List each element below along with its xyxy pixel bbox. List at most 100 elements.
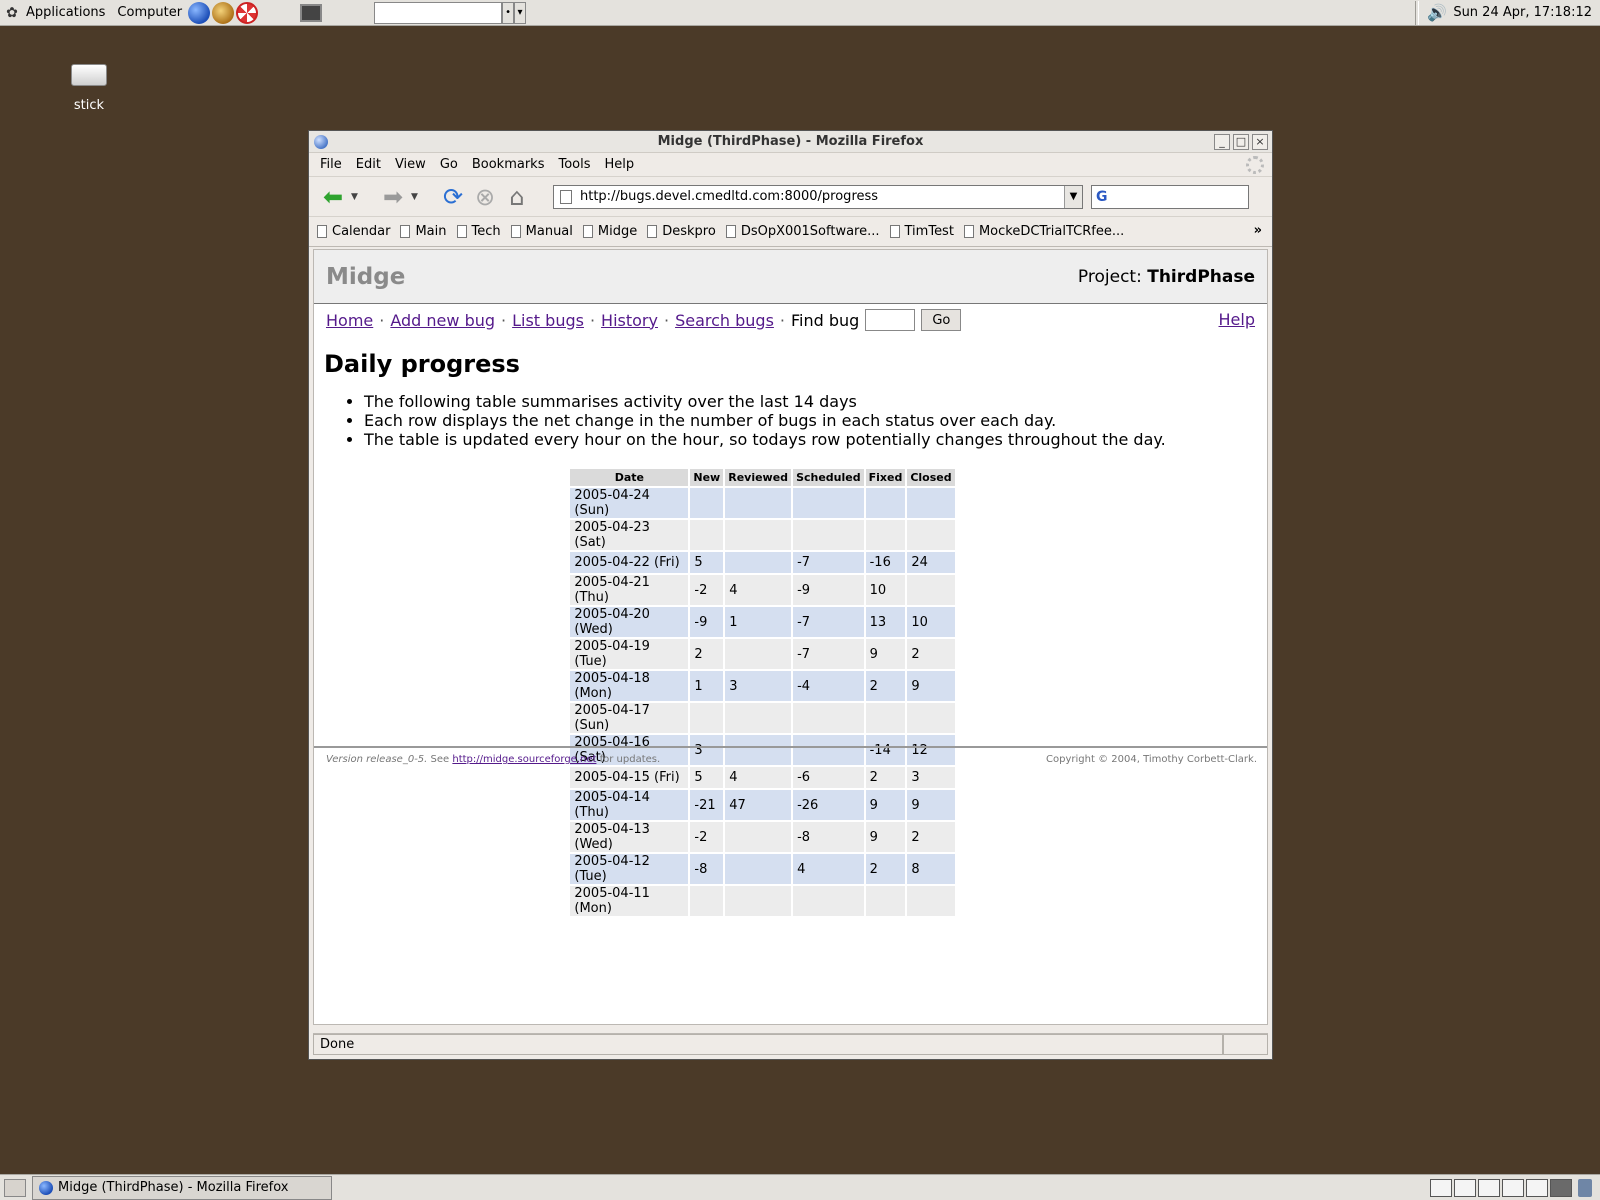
nav-add-bug-link[interactable]: Add new bug [390,311,495,330]
cell-date: 2005-04-24 (Sun) [570,488,689,518]
home-icon[interactable]: ⌂ [503,183,531,211]
workspace-2[interactable] [1454,1178,1476,1197]
minimize-button[interactable]: _ [1214,134,1230,150]
maximize-button[interactable]: □ [1233,134,1249,150]
reload-icon[interactable]: ⟳ [439,183,467,211]
bookmark-timtest[interactable]: TimTest [889,224,954,239]
help-link[interactable]: Help [1219,310,1255,329]
workspace-3[interactable] [1478,1178,1500,1197]
google-search-icon[interactable]: G [1096,189,1108,205]
table-row: 2005-04-17 (Sun) [570,703,955,733]
show-desktop-icon[interactable] [4,1178,26,1197]
url-text[interactable]: http://bugs.devel.cmedltd.com:8000/progr… [580,189,1064,204]
window-title: Midge (ThirdPhase) - Mozilla Firefox [657,134,924,149]
cell-reviewed: 3 [725,671,792,701]
bookmark-page-icon [889,225,900,238]
bookmarks-overflow-chevron-icon[interactable]: » [1254,223,1262,238]
table-row: 2005-04-22 (Fri) 5 -7 -16 24 [570,552,955,573]
cell-fixed: 13 [865,607,906,637]
cell-closed: 2 [907,822,955,852]
menu-tools[interactable]: Tools [551,157,597,172]
bookmark-dsopx001software[interactable]: DsOpX001Software... [725,224,880,239]
nav-home-link[interactable]: Home [326,311,373,330]
cell-reviewed: 1 [725,607,792,637]
workspace-4[interactable] [1502,1178,1524,1197]
header-new: New [690,469,724,486]
computer-menu[interactable]: Computer [111,0,188,26]
cell-closed [907,575,955,605]
cell-new: 5 [690,552,724,573]
workspace-6[interactable] [1550,1178,1572,1197]
gnome-foot-icon[interactable]: ✿ [4,5,20,21]
bookmark-page-icon [963,225,974,238]
bookmark-deskpro[interactable]: Deskpro [647,224,716,239]
table-header-row: Date New Reviewed Scheduled Fixed Closed [570,469,955,486]
nav-separator: · [779,310,785,330]
menu-help[interactable]: Help [598,157,642,172]
taskbar-firefox-button[interactable]: Midge (ThirdPhase) - Mozilla Firefox [32,1175,332,1200]
command-history-dropdown[interactable]: ▾ [514,1,527,24]
command-run-button[interactable]: • [502,1,515,24]
back-history-dropdown[interactable]: ▼ [351,192,365,202]
bookmark-page-icon [456,225,467,238]
search-box[interactable]: G [1091,184,1249,209]
project-name: ThirdPhase [1147,266,1255,287]
cell-new [690,488,724,518]
table-row: 2005-04-14 (Thu) -21 47 -26 9 9 [570,790,955,820]
cell-scheduled: 4 [793,854,864,884]
bookmark-midge[interactable]: Midge [582,224,638,239]
bookmark-tech[interactable]: Tech [456,224,501,239]
table-row: 2005-04-23 (Sat) [570,520,955,550]
menu-view[interactable]: View [388,157,433,172]
cell-reviewed [725,488,792,518]
find-bug-input[interactable] [865,309,916,331]
command-line-input[interactable] [374,1,503,24]
back-icon[interactable]: ⬅ [319,183,347,211]
bookmark-label: Midge [597,224,638,239]
volume-icon[interactable]: 🔊 [1427,3,1447,22]
workspace-5[interactable] [1526,1178,1548,1197]
bookmark-calendar[interactable]: Calendar [317,224,390,239]
nav-list-bugs-link[interactable]: List bugs [512,311,584,330]
window-titlebar[interactable]: Midge (ThirdPhase) - Mozilla Firefox _ □… [309,131,1272,153]
terminal-launcher-icon[interactable] [300,3,323,22]
cell-reviewed: 47 [725,790,792,820]
footer-see-text: See [430,754,450,765]
nav-search-bugs-link[interactable]: Search bugs [675,311,774,330]
cell-date: 2005-04-11 (Mon) [570,886,689,916]
compass-launcher-icon[interactable] [212,1,235,24]
menu-edit[interactable]: Edit [349,157,388,172]
help-launcher-icon[interactable] [236,1,259,24]
cell-reviewed [725,520,792,550]
close-button[interactable]: × [1252,134,1268,150]
cell-fixed [865,886,906,916]
clock[interactable]: Sun 24 Apr, 17:18:12 [1453,5,1600,20]
trash-icon[interactable] [1578,1178,1592,1197]
forward-icon[interactable]: ➡ [379,183,407,211]
menu-bookmarks[interactable]: Bookmarks [465,157,552,172]
firefox-launcher-icon[interactable] [188,1,211,24]
site-title: Midge [326,263,406,290]
applications-menu[interactable]: Applications [20,0,111,26]
desktop-icon-stick[interactable]: stick [62,62,116,113]
header-closed: Closed [907,469,955,486]
cell-closed: 10 [907,607,955,637]
bookmark-mockedctrialtcrfee[interactable]: MockeDCTrialTCRfee... [963,224,1124,239]
workspace-1[interactable] [1430,1178,1452,1197]
menu-go[interactable]: Go [433,157,465,172]
address-bar[interactable]: http://bugs.devel.cmedltd.com:8000/progr… [553,184,1083,209]
bookmark-main[interactable]: Main [400,224,447,239]
go-button[interactable]: Go [921,309,962,331]
cell-new: -9 [690,607,724,637]
sourceforge-link[interactable]: http://midge.sourceforge.net [452,754,596,765]
menu-file[interactable]: File [313,157,349,172]
url-history-dropdown[interactable]: ▼ [1064,185,1082,208]
cell-closed [907,886,955,916]
cell-closed: 24 [907,552,955,573]
stop-icon[interactable]: ⊗ [471,183,499,211]
find-bug-label: Find bug [791,310,860,330]
cell-date: 2005-04-21 (Thu) [570,575,689,605]
nav-history-link[interactable]: History [601,311,658,330]
bookmark-manual[interactable]: Manual [510,224,573,239]
forward-history-dropdown[interactable]: ▼ [411,192,425,202]
